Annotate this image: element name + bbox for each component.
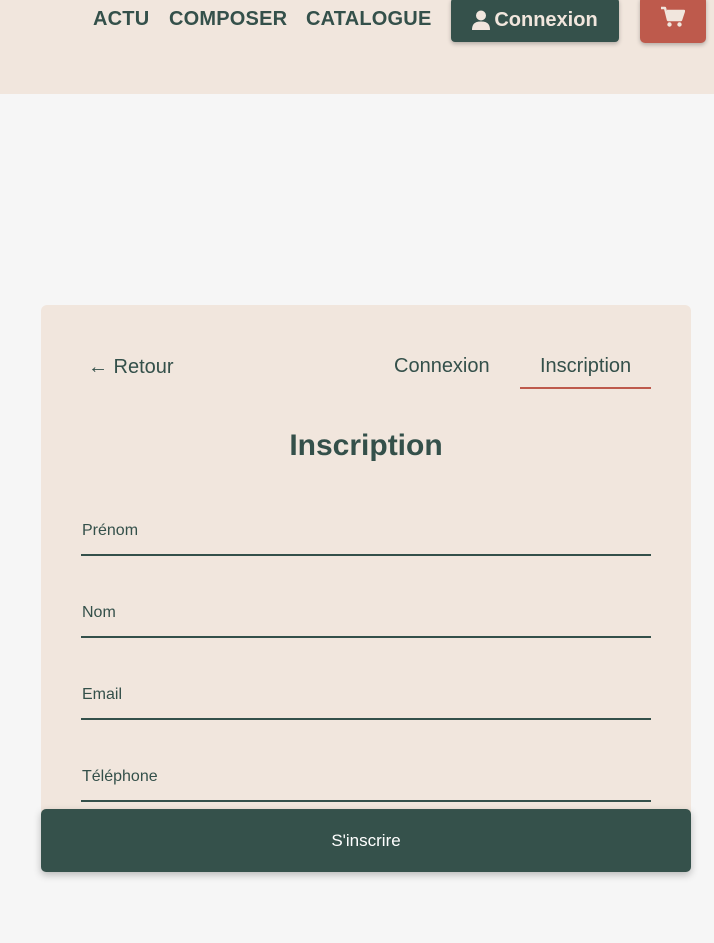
login-button-label: Connexion — [494, 8, 598, 31]
user-icon — [472, 10, 491, 30]
shopping-cart-icon — [661, 6, 686, 33]
nav-link-composer[interactable]: COMPOSER — [169, 8, 287, 30]
tab-connexion[interactable]: Connexion — [394, 354, 490, 378]
login-button[interactable]: Connexion — [451, 0, 619, 42]
active-tab-indicator — [520, 387, 651, 389]
nav-link-actu[interactable]: ACTU — [93, 8, 149, 30]
nav-link-catalogue[interactable]: CATALOGUE — [306, 8, 432, 30]
lastname-field[interactable]: Nom — [81, 590, 651, 638]
phone-field[interactable]: Téléphone — [81, 754, 651, 802]
site-header: ACTU COMPOSER CATALOGUE Connexion — [0, 0, 714, 94]
tab-inscription[interactable]: Inscription — [540, 354, 631, 378]
signup-submit-button[interactable]: S'inscrire — [41, 809, 691, 872]
back-link[interactable]: ← Retour — [88, 355, 174, 379]
signup-card: ← Retour Connexion Inscription Inscripti… — [41, 305, 691, 835]
lastname-input[interactable] — [81, 590, 651, 636]
firstname-input[interactable] — [81, 508, 651, 554]
firstname-field[interactable]: Prénom — [81, 508, 651, 556]
email-input[interactable] — [81, 672, 651, 718]
phone-input[interactable] — [81, 754, 651, 800]
email-field[interactable]: Email — [81, 672, 651, 720]
cart-button[interactable] — [640, 0, 706, 43]
form-title: Inscription — [289, 429, 443, 462]
